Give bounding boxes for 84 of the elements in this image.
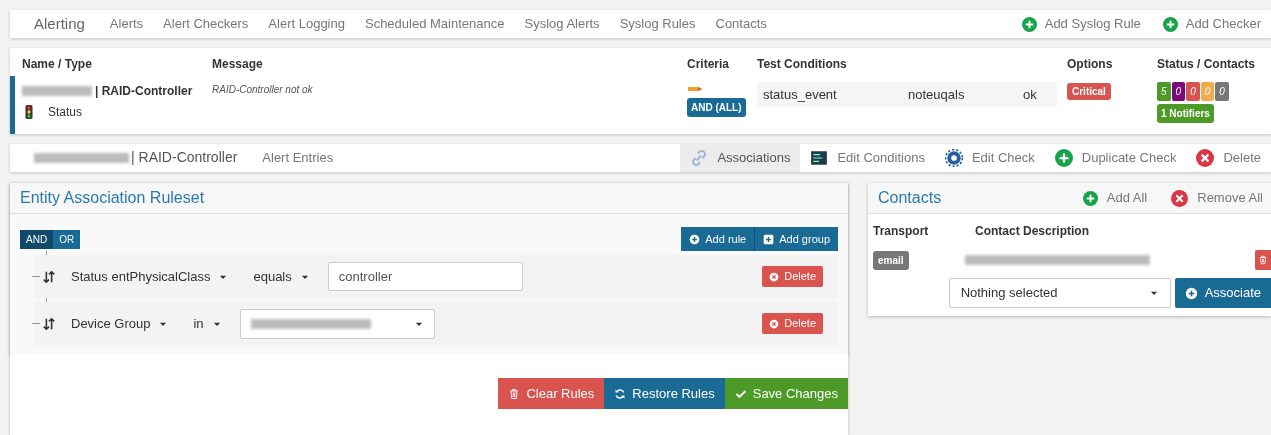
column-header: Message (212, 56, 264, 74)
count-badge: 0 (1215, 82, 1229, 102)
trash-icon (508, 387, 521, 400)
count-badge: 0 (1186, 82, 1200, 102)
associate-button[interactable]: Associate (1174, 278, 1271, 308)
delete-button[interactable]: Delete (762, 266, 823, 287)
add-group-button[interactable]: Add group (755, 227, 838, 251)
transport-badge: email (873, 250, 909, 270)
check-type: Status (48, 104, 83, 122)
plus-circle-icon (1054, 148, 1073, 167)
sort-icon (42, 269, 56, 284)
close-circle-icon (769, 271, 780, 282)
action-button[interactable]: Restore Rules (604, 378, 725, 409)
notifiers-badge: 1 Notifiers (1157, 104, 1214, 124)
column-header: Contact Description (975, 223, 1090, 240)
criteria-badge: AND (ALL) (687, 98, 746, 118)
count-badge: 0 (1200, 82, 1215, 102)
link-icon (690, 148, 709, 167)
count-badge: 0 (1171, 82, 1186, 102)
logic-toggle[interactable]: AND (20, 229, 54, 249)
panel-title: Entity Association Ruleset (20, 188, 205, 208)
sort-icon (42, 316, 56, 331)
nav-link[interactable]: Syslog Rules (619, 14, 696, 34)
plus-circle-icon (689, 233, 701, 245)
nav-link[interactable]: Contacts (715, 14, 767, 34)
plus-square-icon (763, 233, 775, 245)
add-all-link[interactable]: Add All (1082, 188, 1148, 208)
nav-action-link[interactable]: Add Checker (1162, 14, 1261, 34)
add-rule-button[interactable]: Add rule (681, 227, 756, 251)
action-button[interactable]: Clear Rules (498, 378, 605, 409)
delete-button[interactable] (1255, 250, 1271, 270)
check-title: | RAID-Controller (131, 148, 238, 168)
severity-badge: Critical (1067, 83, 1111, 101)
nav-link[interactable]: Alert Entries (262, 143, 334, 172)
column-header: Transport (873, 223, 930, 240)
value-dropdown[interactable] (239, 308, 435, 339)
plus-circle-icon (1162, 16, 1178, 32)
count-badge: 5 (1157, 82, 1171, 102)
plus-circle-icon (1082, 190, 1098, 206)
value-input[interactable]: controller (327, 262, 523, 291)
condition-value: status_event (763, 85, 838, 104)
monitor-icon (810, 148, 829, 167)
panel-title: Contacts (878, 188, 942, 208)
condition-value: ok (1023, 85, 1038, 104)
column-header: Status / Contacts (1157, 56, 1256, 74)
condition-value: noteuqals (908, 85, 966, 104)
nav-tab[interactable]: Edit Conditions (800, 143, 935, 172)
plus-circle-icon (1184, 286, 1198, 300)
remove-all-link[interactable]: Remove All (1171, 188, 1263, 208)
column-header: Options (1067, 56, 1114, 74)
column-header: Criteria (687, 56, 731, 74)
pencil-icon (687, 86, 703, 93)
operator-dropdown[interactable]: equals (253, 266, 310, 287)
check-name: | RAID-Controller (95, 83, 194, 101)
alert-message: RAID-Controller not ok (212, 83, 314, 98)
refresh-icon (614, 387, 627, 400)
nav-action-link[interactable]: Add Syslog Rule (1021, 14, 1141, 34)
row-status-bar (10, 76, 15, 134)
nav-tab[interactable]: Associations (680, 143, 801, 172)
nav-tab[interactable]: Delete (1186, 143, 1271, 172)
nav-link[interactable]: Alert Checkers (163, 14, 249, 34)
nav-link[interactable]: Alert Logging (268, 14, 345, 34)
nav-tab[interactable]: Duplicate Check (1044, 143, 1187, 172)
action-button[interactable]: Save Changes (724, 378, 848, 409)
field-dropdown[interactable]: Device Group (71, 313, 169, 334)
close-circle-icon (1196, 148, 1215, 167)
nav-link[interactable]: Scheduled Maintenance (364, 14, 505, 34)
nav-link[interactable]: Syslog Alerts (524, 14, 600, 34)
operator-dropdown[interactable]: in (193, 313, 222, 334)
column-header: Name / Type (22, 56, 93, 74)
close-circle-icon (769, 318, 780, 329)
gear-icon (944, 148, 963, 167)
nav-link[interactable]: Alerts (109, 14, 144, 34)
navbar-brand: Alerting (34, 13, 85, 34)
field-dropdown[interactable]: Status entPhysicalClass (71, 266, 229, 287)
nav-tab[interactable]: Edit Check (934, 143, 1045, 172)
column-header: Test Conditions (757, 56, 848, 74)
redacted-text (22, 86, 92, 97)
plus-circle-icon (1021, 16, 1037, 32)
trash-icon (1258, 255, 1268, 265)
close-circle-icon (1171, 189, 1189, 207)
contact-select[interactable]: Nothing selected (948, 278, 1171, 308)
logic-toggle[interactable]: OR (53, 229, 81, 249)
delete-button[interactable]: Delete (762, 313, 823, 334)
